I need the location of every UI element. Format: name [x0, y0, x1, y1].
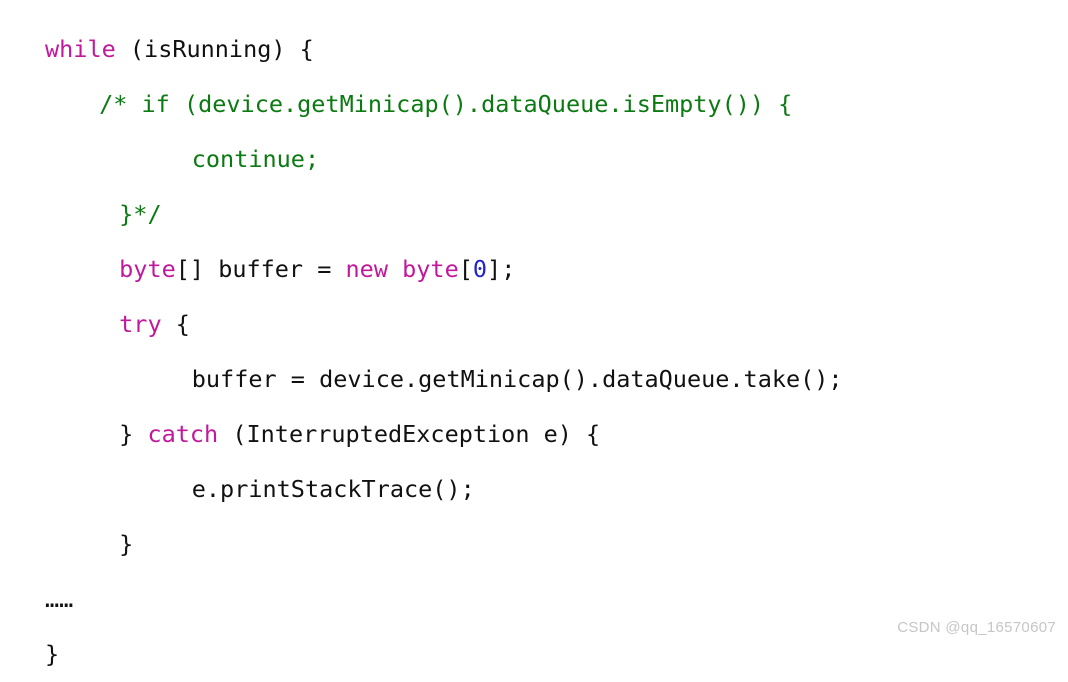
code-token-plain [388, 255, 402, 283]
code-line: }*/ [0, 187, 1068, 242]
code-token-keyword: catch [147, 420, 218, 448]
code-token-plain: [] buffer = [176, 255, 346, 283]
code-token-plain: } [119, 420, 147, 448]
code-token-plain: } [45, 640, 59, 668]
code-token-plain: } [119, 530, 133, 558]
code-line: try { [0, 297, 1068, 352]
code-token-plain: { [162, 310, 190, 338]
code-token-keyword: while [45, 35, 116, 63]
csdn-watermark: CSDN @qq_16570607 [897, 619, 1056, 636]
code-token-keyword: new [346, 255, 388, 283]
code-line: } [0, 517, 1068, 572]
code-line: } catch (InterruptedException e) { [0, 407, 1068, 462]
code-token-plain: …… [45, 585, 73, 613]
code-line: continue; [0, 132, 1068, 187]
code-line: while (isRunning) { [0, 22, 1068, 77]
code-token-keyword: byte [119, 255, 176, 283]
code-token-plain: e.printStackTrace(); [192, 475, 475, 503]
code-line: byte[] buffer = new byte[0]; [0, 242, 1068, 297]
code-line: buffer = device.getMinicap().dataQueue.t… [0, 352, 1068, 407]
code-token-keyword: byte [402, 255, 459, 283]
code-token-plain: (InterruptedException e) { [218, 420, 600, 448]
code-line: e.printStackTrace(); [0, 462, 1068, 517]
code-token-plain: (isRunning) { [116, 35, 314, 63]
code-token-comment: /* if (device.getMinicap().dataQueue.isE… [99, 90, 792, 118]
code-token-punct: ]; [487, 255, 515, 283]
code-token-number: 0 [473, 255, 487, 283]
code-token-keyword: try [119, 310, 161, 338]
code-snippet: while (isRunning) { /* if (device.getMini… [0, 0, 1068, 646]
code-token-plain: buffer = device.getMinicap().dataQueue.t… [192, 365, 843, 393]
code-line: /* if (device.getMinicap().dataQueue.isE… [0, 77, 1068, 132]
code-token-punct: [ [459, 255, 473, 283]
code-token-comment: continue; [192, 145, 319, 173]
code-token-comment: }*/ [119, 200, 161, 228]
